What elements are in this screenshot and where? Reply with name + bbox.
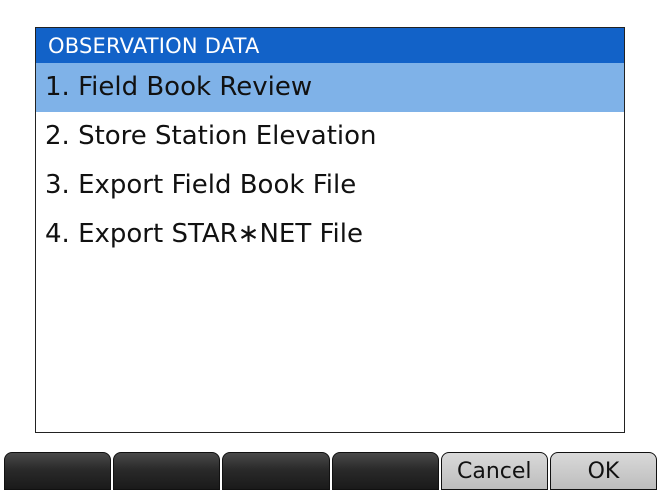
menu-item-store-station-elevation[interactable]: 2. Store Station Elevation	[36, 112, 624, 161]
menu-list: 1. Field Book Review 2. Store Station El…	[36, 63, 624, 259]
dialog-title: OBSERVATION DATA	[36, 28, 624, 63]
cancel-button[interactable]: Cancel	[440, 452, 548, 490]
softkey-1[interactable]	[4, 452, 112, 490]
softkey-3[interactable]	[222, 452, 330, 490]
menu-item-field-book-review[interactable]: 1. Field Book Review	[36, 63, 624, 112]
softkey-bar: Cancel OK	[4, 452, 658, 490]
menu-item-export-starnet-file[interactable]: 4. Export STAR∗NET File	[36, 210, 624, 259]
softkey-2[interactable]	[113, 452, 221, 490]
menu-item-export-field-book-file[interactable]: 3. Export Field Book File	[36, 161, 624, 210]
ok-button[interactable]: OK	[549, 452, 658, 490]
softkey-4[interactable]	[331, 452, 439, 490]
observation-data-dialog: OBSERVATION DATA 1. Field Book Review 2.…	[35, 27, 625, 433]
